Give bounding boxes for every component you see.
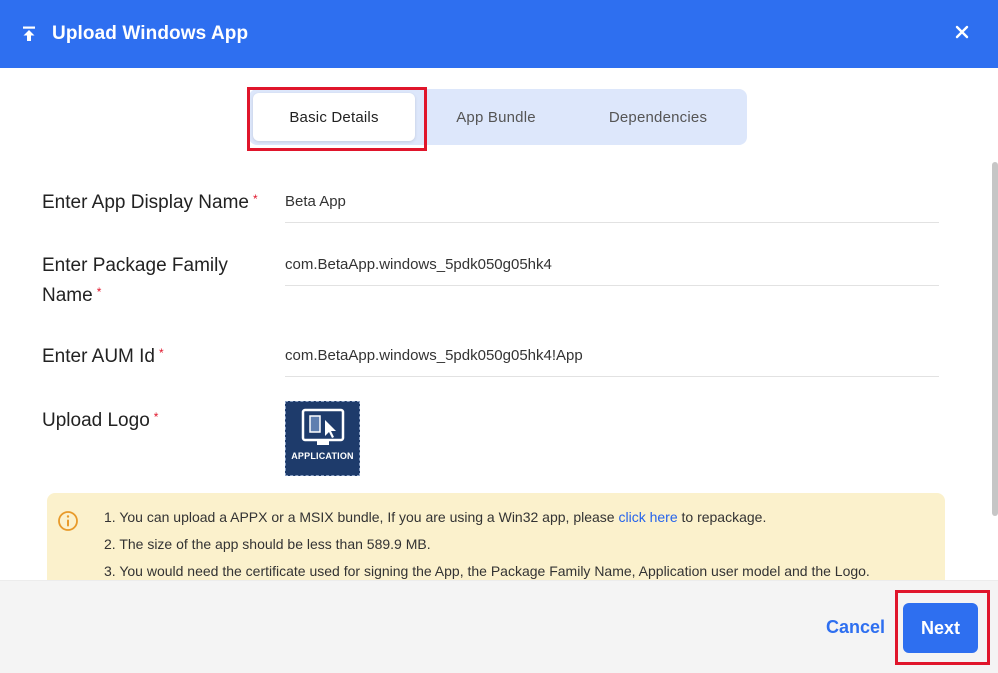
package-family-input[interactable]: com.BetaApp.windows_5pdk050g05hk4 xyxy=(285,256,939,286)
tab-basic-details[interactable]: Basic Details xyxy=(253,93,415,141)
info-notice: 1. You can upload a APPX or a MSIX bundl… xyxy=(47,493,945,580)
upload-icon xyxy=(22,26,36,42)
modal-header: Upload Windows App xyxy=(0,0,998,68)
modal-body: Basic Details App Bundle Dependencies En… xyxy=(0,68,998,580)
logo-caption: APPLICATION xyxy=(291,451,354,461)
info-list: 1. You can upload a APPX or a MSIX bundl… xyxy=(104,509,870,580)
click-here-link[interactable]: click here xyxy=(618,509,677,525)
info-item-2: 2. The size of the app should be less th… xyxy=(104,536,431,552)
required-asterisk: * xyxy=(96,285,102,299)
info-item-3: 3. You would need the certificate used f… xyxy=(104,563,870,579)
required-asterisk: * xyxy=(253,192,258,206)
body-scrollbar[interactable] xyxy=(992,162,998,516)
required-asterisk: * xyxy=(159,346,164,360)
info-item-1: 1. You can upload a APPX or a MSIX bundl… xyxy=(104,509,767,525)
modal-footer: Cancel Next xyxy=(0,580,998,673)
required-asterisk: * xyxy=(153,410,159,424)
upload-windows-app-modal: Upload Windows App Basic Details App Bun… xyxy=(0,0,998,673)
tab-bar: Basic Details App Bundle Dependencies xyxy=(249,89,747,145)
next-button[interactable]: Next xyxy=(903,603,978,653)
close-icon[interactable] xyxy=(950,20,974,44)
application-icon xyxy=(301,408,344,445)
aum-id-label: Enter AUM Id * xyxy=(42,346,164,367)
app-logo-upload[interactable]: APPLICATION xyxy=(285,401,360,476)
modal-title: Upload Windows App xyxy=(52,23,249,44)
upload-logo-label: Upload Logo * xyxy=(42,410,159,431)
tab-dependencies[interactable]: Dependencies xyxy=(577,93,739,141)
display-name-input[interactable]: Beta App xyxy=(285,193,939,223)
info-icon xyxy=(57,510,79,537)
package-family-label: Enter Package Family Name * xyxy=(42,255,228,306)
aum-id-input[interactable]: com.BetaApp.windows_5pdk050g05hk4!App xyxy=(285,347,939,377)
tab-app-bundle[interactable]: App Bundle xyxy=(415,93,577,141)
cancel-button[interactable]: Cancel xyxy=(826,617,885,638)
display-name-label: Enter App Display Name * xyxy=(42,192,258,213)
